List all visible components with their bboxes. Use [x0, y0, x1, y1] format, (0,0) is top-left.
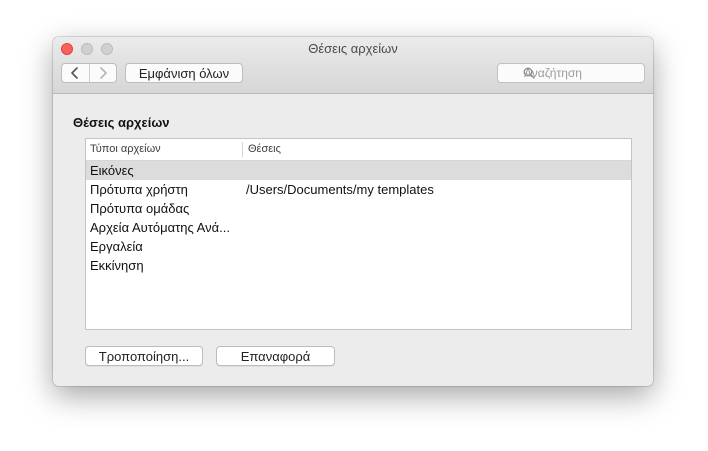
back-button[interactable]	[62, 64, 89, 82]
file-type-cell: Εκκίνηση	[90, 258, 144, 273]
chevron-right-icon	[99, 67, 107, 79]
title-bar: Θέσεις αρχείων Εμφάνιση όλων Αναζήτηση	[53, 37, 653, 94]
table-row[interactable]: Πρότυπα χρήστη/Users/Documents/my templa…	[86, 180, 631, 199]
preferences-window: Θέσεις αρχείων Εμφάνιση όλων Αναζήτηση Θ…	[53, 37, 653, 386]
window-title: Θέσεις αρχείων	[308, 41, 398, 56]
column-header-file-types[interactable]: Τύποι αρχείων	[90, 143, 161, 155]
magnifier-icon	[523, 67, 535, 79]
table-row[interactable]: Αρχεία Αυτόματης Ανά...	[86, 218, 631, 237]
section-title: Θέσεις αρχείων	[73, 115, 170, 130]
file-locations-table: Τύποι αρχείων Θέσεις Εικόνες Πρότυπα χρήσ…	[85, 138, 632, 330]
file-type-cell: Πρότυπα χρήστη	[90, 182, 188, 197]
file-type-cell: Εργαλεία	[90, 239, 143, 254]
show-all-button[interactable]: Εμφάνιση όλων	[125, 63, 243, 83]
table-row[interactable]: Εκκίνηση	[86, 256, 631, 275]
file-type-cell: Πρότυπα ομάδας	[90, 201, 190, 216]
table-row[interactable]: Πρότυπα ομάδας	[86, 199, 631, 218]
file-type-cell: Αρχεία Αυτόματης Ανά...	[90, 220, 230, 235]
location-cell: /Users/Documents/my templates	[246, 182, 434, 197]
modify-button[interactable]: Τροποποίηση...	[85, 346, 203, 366]
navigation-buttons	[61, 63, 117, 83]
table-header: Τύποι αρχείων Θέσεις	[86, 139, 631, 161]
search-field[interactable]: Αναζήτηση	[497, 63, 645, 83]
table-row[interactable]: Εικόνες	[86, 161, 631, 180]
table-row[interactable]: Εργαλεία	[86, 237, 631, 256]
column-header-locations[interactable]: Θέσεις	[248, 143, 281, 155]
reset-button[interactable]: Επαναφορά	[216, 346, 335, 366]
column-divider[interactable]	[242, 142, 243, 157]
file-type-cell: Εικόνες	[90, 163, 134, 178]
forward-button[interactable]	[88, 64, 117, 82]
chevron-left-icon	[71, 67, 79, 79]
